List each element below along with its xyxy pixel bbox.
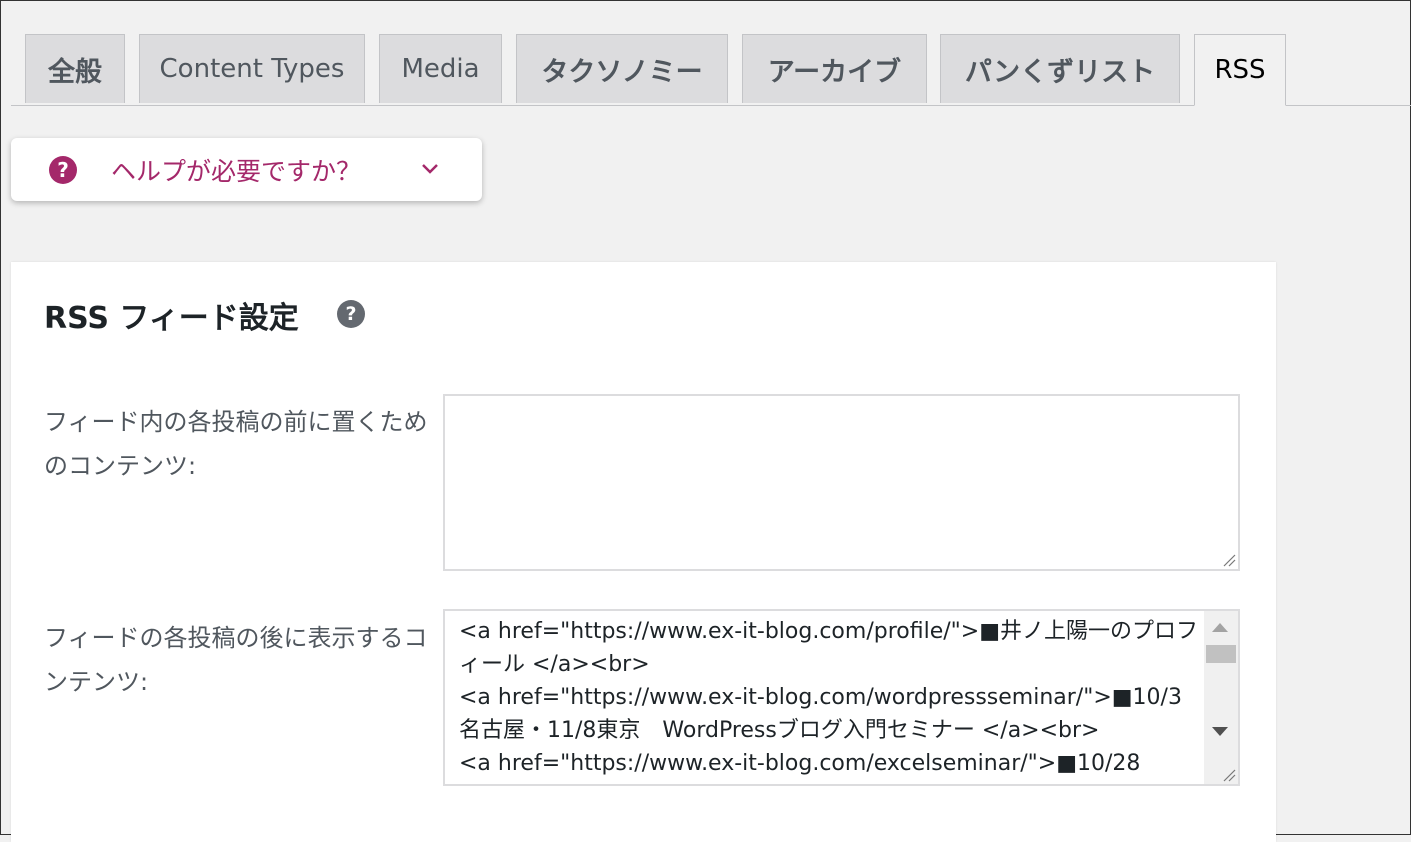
textarea-scrollbar[interactable] bbox=[1204, 611, 1238, 784]
tab-breadcrumbs[interactable]: パンくずリスト bbox=[940, 34, 1180, 103]
question-circle-icon[interactable]: ? bbox=[337, 300, 365, 328]
before-content-textarea[interactable] bbox=[443, 394, 1240, 571]
help-label: ヘルプが必要ですか？ bbox=[111, 157, 362, 186]
scroll-down-icon[interactable] bbox=[1212, 727, 1228, 736]
resize-grip-icon[interactable] bbox=[1220, 766, 1236, 782]
page-title: RSS フィード設定 bbox=[44, 301, 299, 336]
rss-settings-card: RSS フィード設定 ? フィード内の各投稿の前に置くためのコンテンツ: フィー… bbox=[11, 262, 1276, 842]
help-toggle-button[interactable]: ? ヘルプが必要ですか？ bbox=[11, 138, 482, 201]
scroll-thumb[interactable] bbox=[1206, 645, 1236, 663]
tab-content-types[interactable]: Content Types bbox=[139, 34, 365, 103]
after-content-textarea[interactable]: <a href="https://www.ex-it-blog.com/prof… bbox=[443, 609, 1240, 786]
after-content-label: フィードの各投稿の後に表示するコンテンツ: bbox=[44, 624, 428, 696]
tab-media[interactable]: Media bbox=[379, 34, 502, 103]
chevron-down-icon bbox=[422, 164, 438, 174]
resize-grip-icon[interactable] bbox=[1220, 551, 1236, 567]
settings-tab-bar: 全般 Content Types Media タクソノミー アーカイブ パンくず… bbox=[11, 1, 1411, 106]
after-content-value: <a href="https://www.ex-it-blog.com/prof… bbox=[459, 619, 1198, 776]
tab-rss[interactable]: RSS bbox=[1194, 34, 1286, 106]
tab-general[interactable]: 全般 bbox=[25, 34, 125, 103]
before-content-label: フィード内の各投稿の前に置くためのコンテンツ: bbox=[44, 408, 428, 480]
question-circle-icon: ? bbox=[49, 156, 77, 184]
scroll-up-icon[interactable] bbox=[1212, 623, 1228, 632]
tab-archive[interactable]: アーカイブ bbox=[742, 34, 927, 103]
tab-taxonomy[interactable]: タクソノミー bbox=[516, 34, 728, 103]
